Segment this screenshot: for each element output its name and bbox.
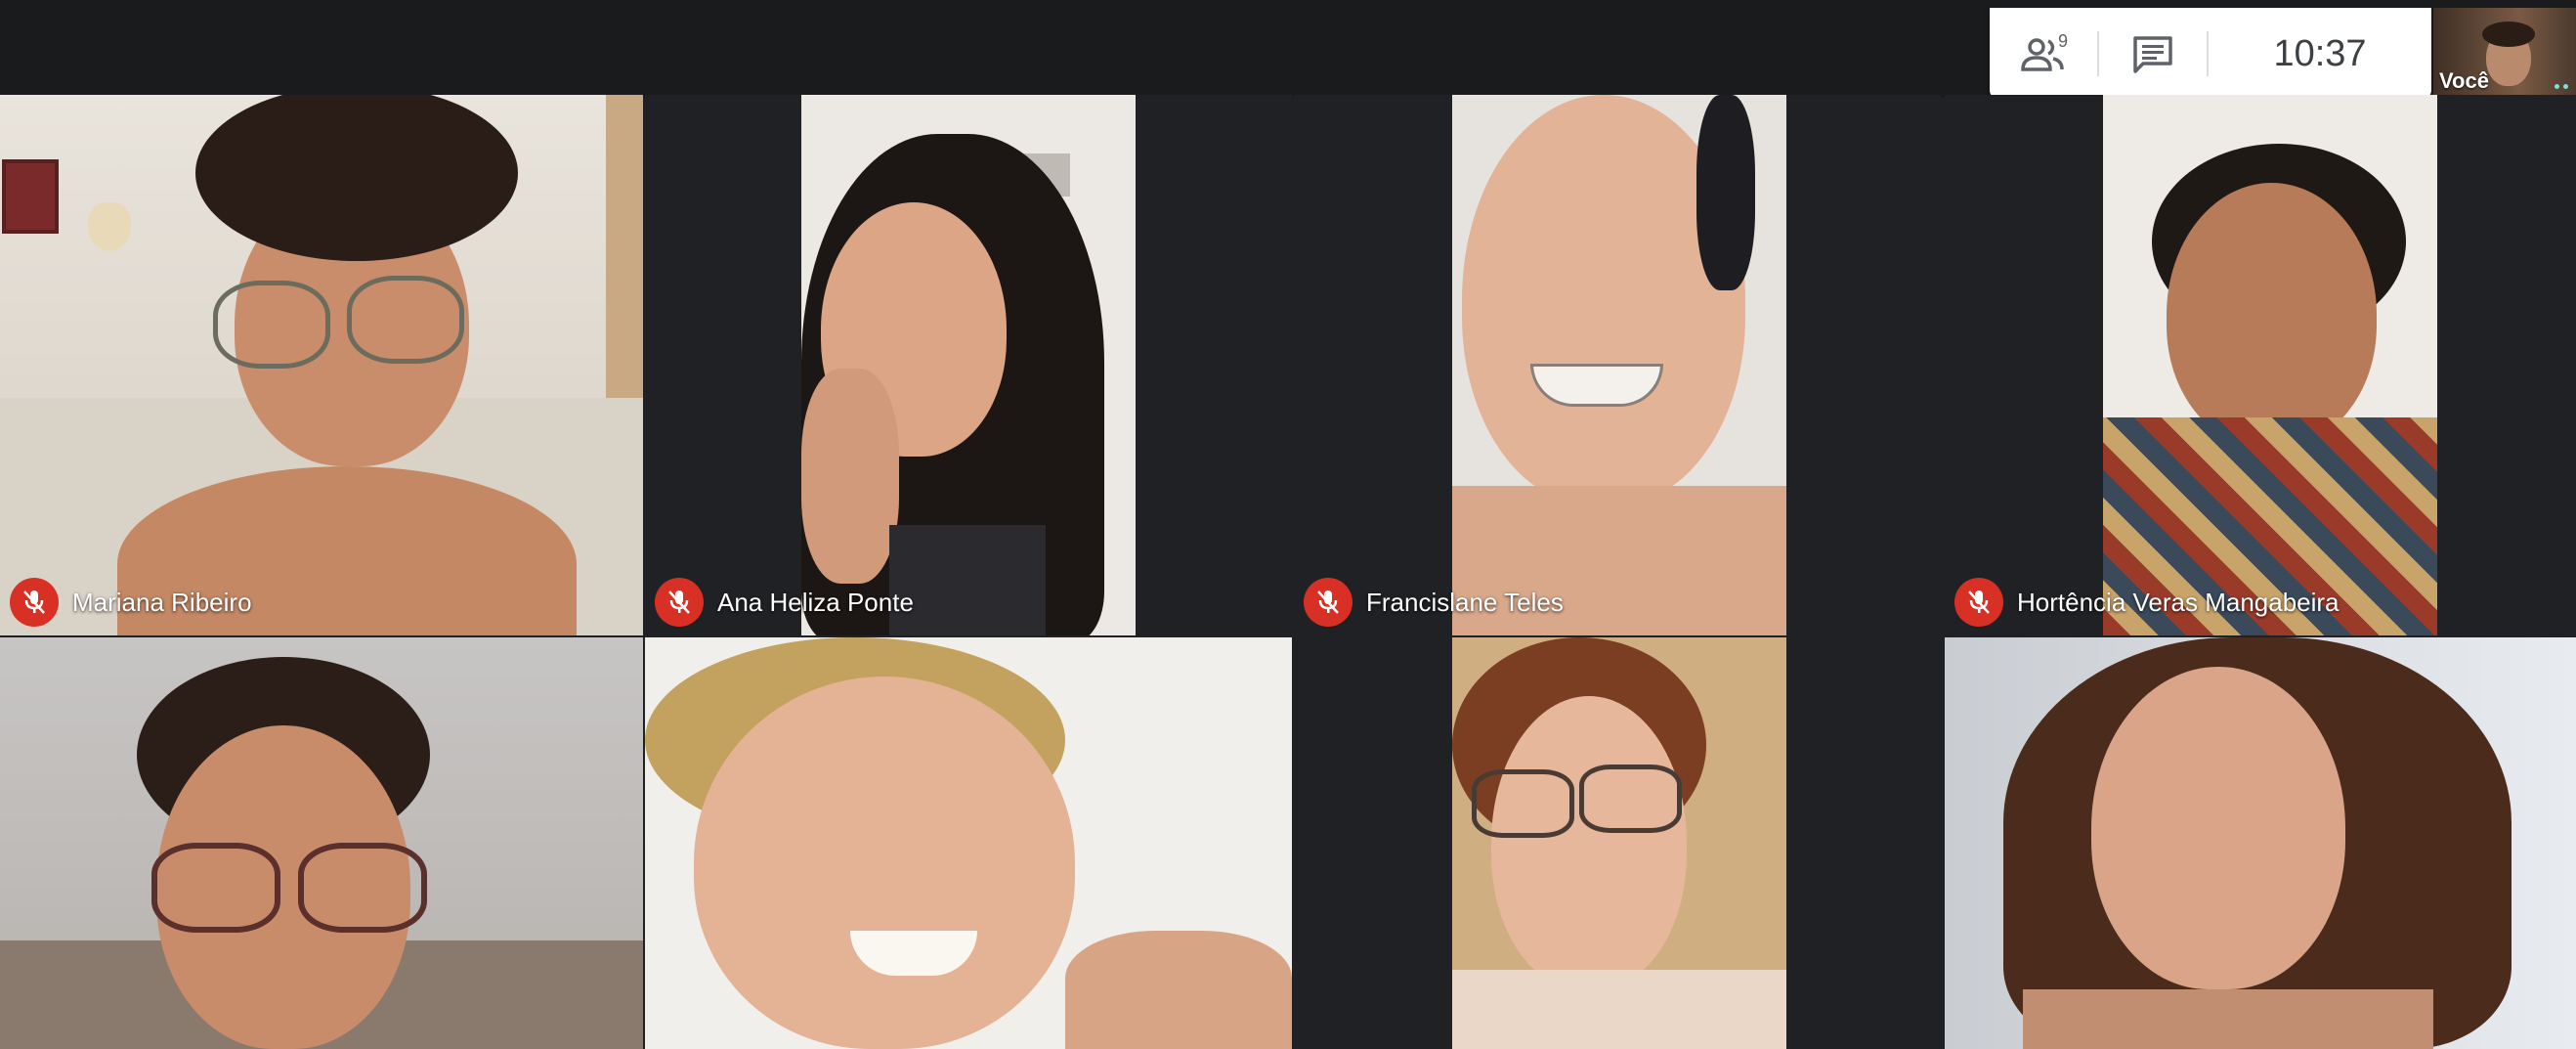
mic-off-icon: [1954, 578, 2003, 627]
meeting-info-panel: 9 10:37: [1990, 8, 2431, 100]
participant-video: [1452, 637, 1786, 1049]
participant-nameplate: Francislane Teles: [1304, 577, 1564, 628]
participant-video: [645, 637, 1292, 1049]
participant-video: [801, 95, 1136, 635]
participant-name: Hortência Veras Mangabeira: [2017, 587, 2340, 617]
participant-tile[interactable]: [645, 637, 1292, 1049]
participant-video: [2103, 95, 2437, 635]
participant-face: [2091, 667, 2345, 989]
headphones: [1696, 95, 1755, 290]
participant-tile[interactable]: Hortência Veras Mangabeira: [1945, 95, 2576, 635]
meeting-clock: 10:37: [2273, 32, 2367, 74]
participant-face: [2167, 183, 2377, 447]
participant-tile[interactable]: Ana Heliza Ponte: [645, 95, 1292, 635]
wall-picture: [2, 159, 59, 234]
participant-face: [694, 677, 1075, 1049]
participant-video: [0, 637, 643, 1049]
participant-video: [1452, 95, 1786, 635]
participant-name: Ana Heliza Ponte: [717, 587, 914, 617]
participant-tile[interactable]: [1294, 637, 1941, 1049]
mic-off-icon: [655, 578, 704, 627]
self-view-thumbnail[interactable]: Você: [2433, 8, 2576, 100]
glasses: [347, 276, 464, 364]
participant-nameplate: Mariana Ribeiro: [10, 577, 252, 628]
mic-off-icon: [1304, 578, 1352, 627]
participant-tile[interactable]: Francislane Teles: [1294, 95, 1941, 635]
participant-hair: [195, 95, 518, 261]
participant-face: [1491, 696, 1687, 989]
glasses: [1472, 769, 1574, 838]
participant-count-badge: 9: [2058, 31, 2069, 51]
speaking-indicator: [2555, 84, 2568, 90]
mic-off-icon: [10, 578, 59, 627]
chat-icon: [2133, 36, 2172, 73]
participant-tile[interactable]: Mariana Ribeiro: [0, 95, 643, 635]
self-hair: [2482, 22, 2535, 47]
participant-video: [0, 95, 643, 635]
participant-nameplate: Ana Heliza Ponte: [655, 577, 914, 628]
glasses: [1579, 765, 1682, 833]
glasses: [298, 843, 427, 933]
glasses: [213, 281, 330, 369]
participants-button[interactable]: 9: [1990, 8, 2097, 100]
glasses: [151, 843, 280, 933]
participant-name: Mariana Ribeiro: [72, 587, 252, 617]
self-view-label: Você: [2439, 68, 2489, 93]
participant-tile[interactable]: [1945, 637, 2576, 1049]
participant-name: Francislane Teles: [1366, 587, 1564, 617]
participant-video: [1945, 637, 2576, 1049]
participant-tile[interactable]: [0, 637, 643, 1049]
chat-button[interactable]: [2099, 8, 2207, 100]
participant-nameplate: Hortência Veras Mangabeira: [1954, 577, 2340, 628]
